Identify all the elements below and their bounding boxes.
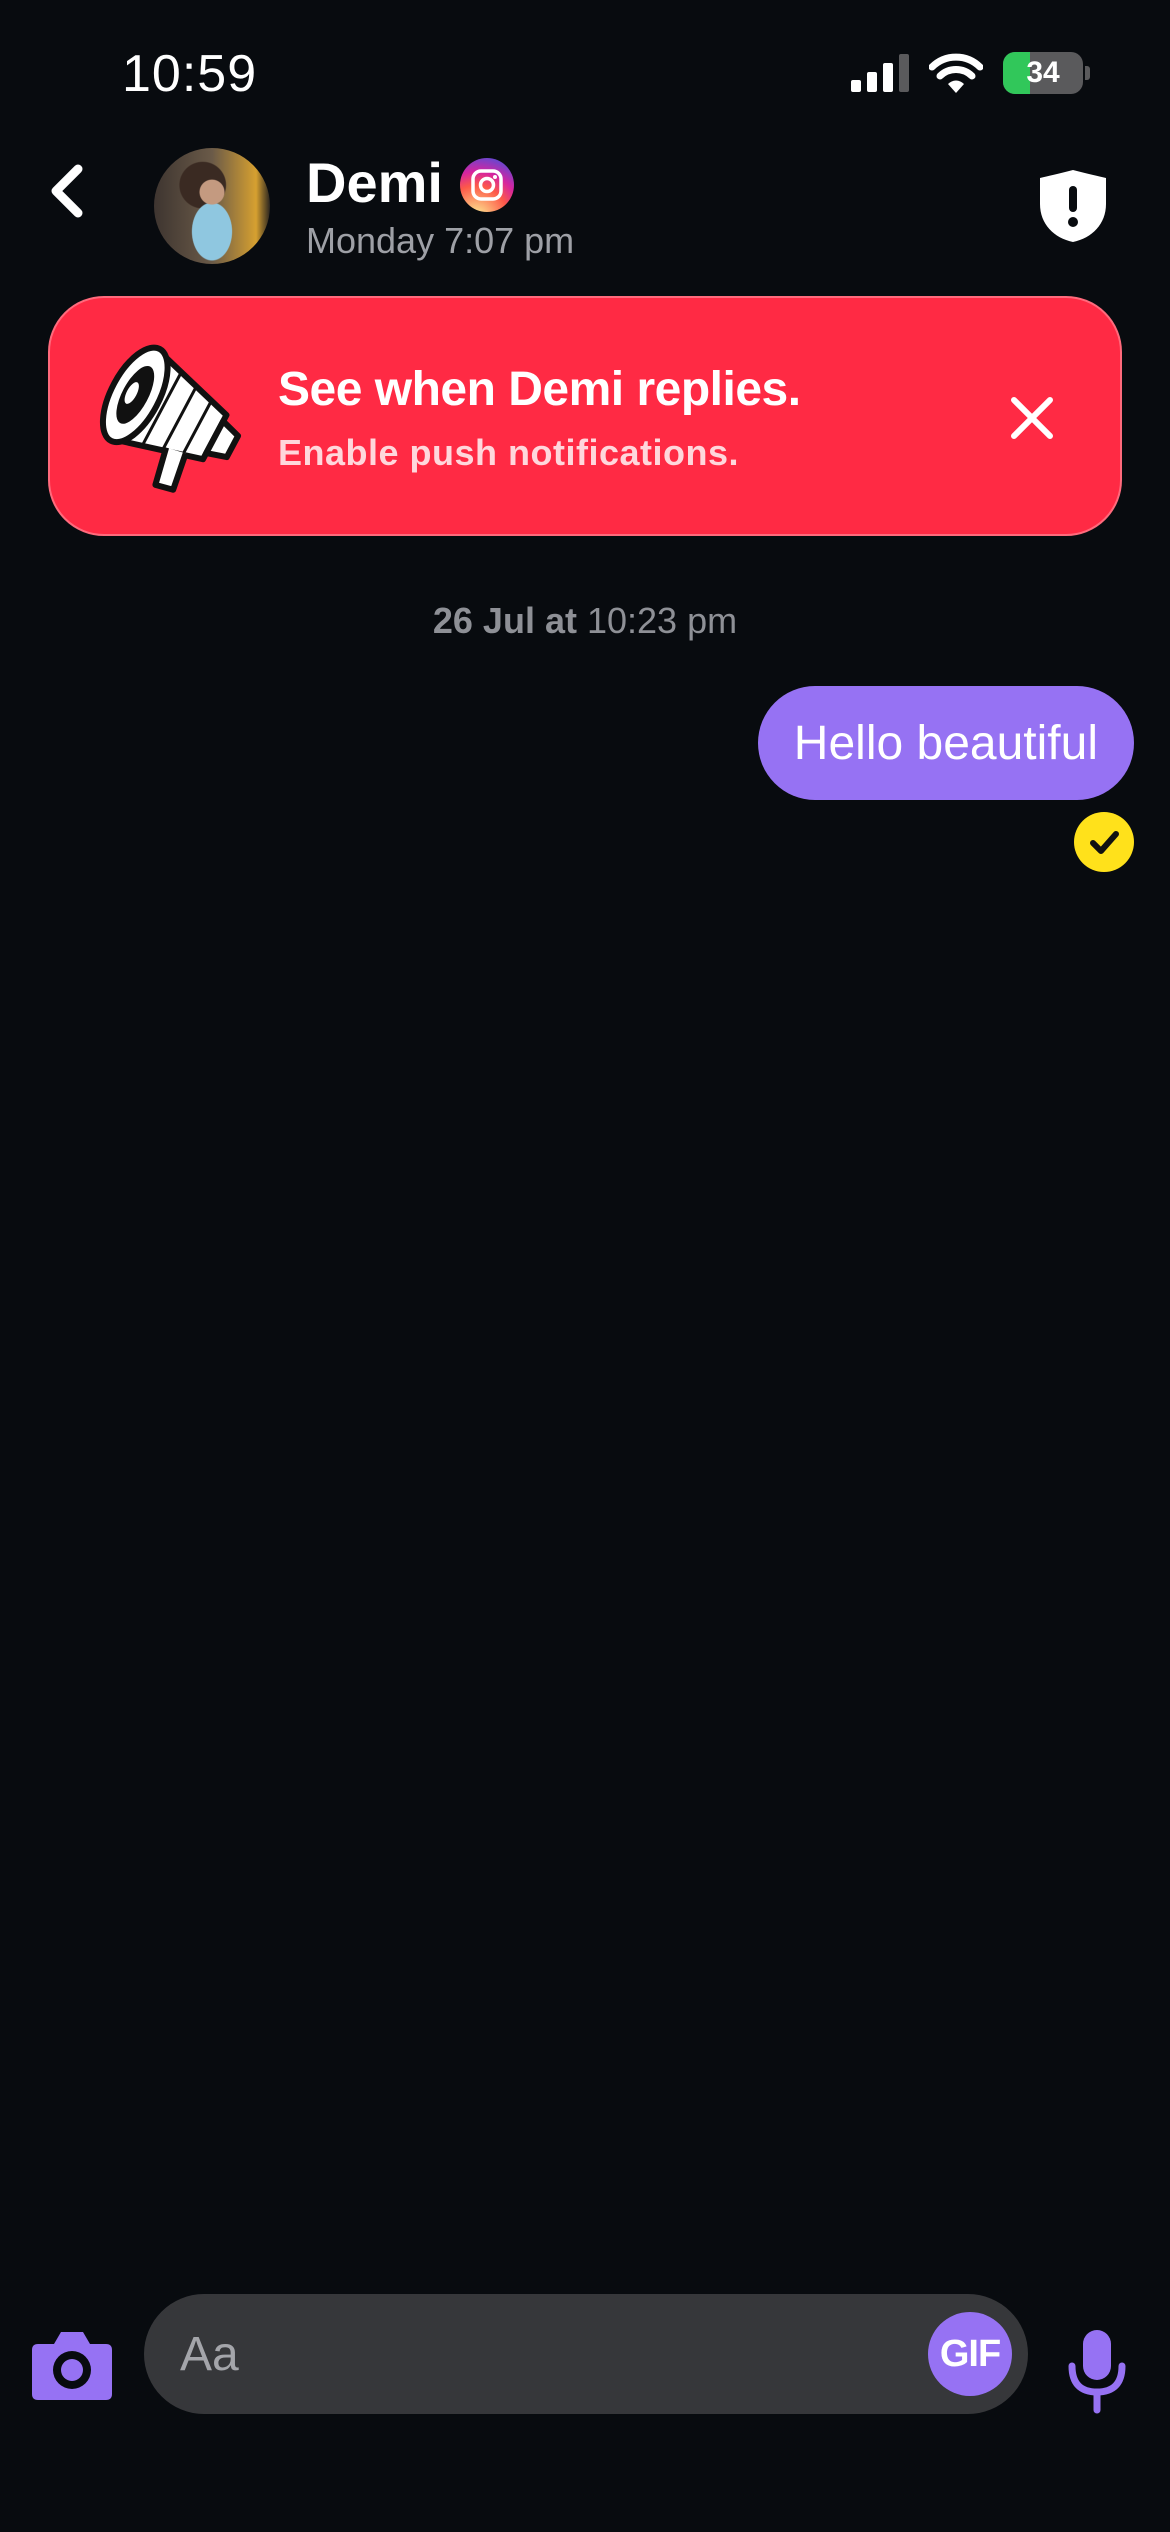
microphone-icon	[1068, 2330, 1126, 2414]
contact-avatar[interactable]	[154, 148, 270, 264]
instagram-icon	[460, 158, 514, 212]
camera-button[interactable]	[30, 2326, 114, 2402]
status-indicators: 34	[851, 52, 1090, 94]
battery-tip	[1085, 66, 1090, 80]
chevron-left-icon	[51, 164, 83, 218]
outgoing-message-bubble[interactable]: Hello beautiful	[757, 686, 1134, 800]
gif-button[interactable]: GIF	[928, 2312, 1012, 2396]
battery-indicator: 34	[1003, 52, 1083, 94]
microphone-button[interactable]	[1066, 2328, 1128, 2414]
battery-percent: 34	[1026, 56, 1060, 89]
camera-icon	[32, 2332, 112, 2400]
last-seen-status: Monday 7:07 pm	[306, 220, 575, 261]
close-icon	[1011, 397, 1053, 439]
megaphone-icon	[99, 344, 242, 493]
read-receipt-check-icon	[1074, 812, 1134, 872]
cellular-signal-icon	[851, 54, 909, 92]
wifi-icon	[929, 53, 983, 93]
status-time: 10:59	[122, 45, 258, 103]
chat-screen: 10:59 34 Demi Monday 7:07 pm See when De…	[0, 0, 1170, 2532]
date-separator: 26 Jul at 10:23 pm	[0, 600, 1170, 642]
date-separator-time: 10:23 pm	[586, 600, 738, 641]
banner-title: See when Demi replies.	[278, 363, 801, 416]
safety-report-button[interactable]	[1038, 168, 1108, 244]
shield-alert-icon	[1040, 170, 1106, 242]
date-separator-date: 26 Jul at	[432, 600, 577, 641]
message-composer: GIF	[144, 2294, 1028, 2414]
banner-close-button[interactable]	[1000, 386, 1064, 450]
message-input[interactable]	[180, 2294, 820, 2414]
contact-name[interactable]: Demi	[306, 150, 443, 215]
push-notification-banner[interactable]: See when Demi replies. Enable push notif…	[48, 296, 1122, 536]
back-button[interactable]	[40, 160, 92, 222]
banner-subtitle: Enable push notifications.	[278, 432, 740, 473]
